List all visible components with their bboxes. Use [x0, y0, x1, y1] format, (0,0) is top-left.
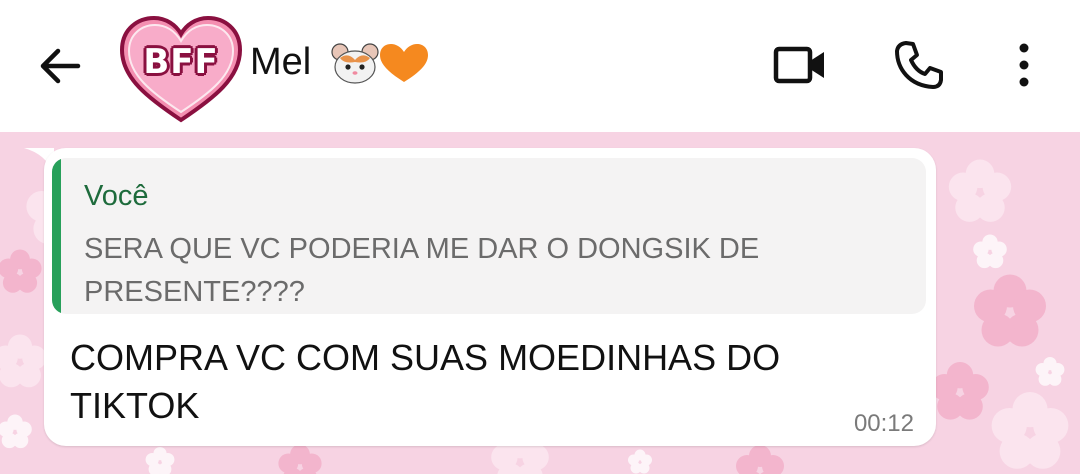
- contact-avatar[interactable]: BFF: [118, 14, 244, 126]
- chat-header: BFF Mel: [0, 0, 1080, 132]
- video-call-icon[interactable]: [772, 40, 828, 90]
- quoted-reply[interactable]: Você SERA QUE VC PODERIA ME DAR O DONGSI…: [52, 158, 926, 314]
- quote-accent-bar: [52, 158, 61, 314]
- message-timestamp: 00:12: [853, 410, 914, 437]
- message-text: COMPRA VC COM SUAS MOEDINHAS DO TIKTOK: [70, 337, 781, 426]
- orange-heart-emoji-icon: [380, 44, 428, 82]
- name-emojis: [331, 43, 428, 84]
- avatar-label: BFF: [143, 42, 219, 82]
- quote-author: Você: [84, 180, 149, 212]
- quote-text: SERA QUE VC PODERIA ME DAR O DONGSIK DE …: [84, 233, 760, 308]
- message-bubble[interactable]: Você SERA QUE VC PODERIA ME DAR O DONGSI…: [44, 148, 936, 446]
- contact-name[interactable]: Mel: [250, 41, 311, 84]
- phone-icon[interactable]: [892, 38, 946, 92]
- back-arrow-icon[interactable]: [34, 40, 86, 92]
- more-options-icon[interactable]: [1006, 40, 1042, 90]
- hamster-emoji-icon: [331, 43, 379, 84]
